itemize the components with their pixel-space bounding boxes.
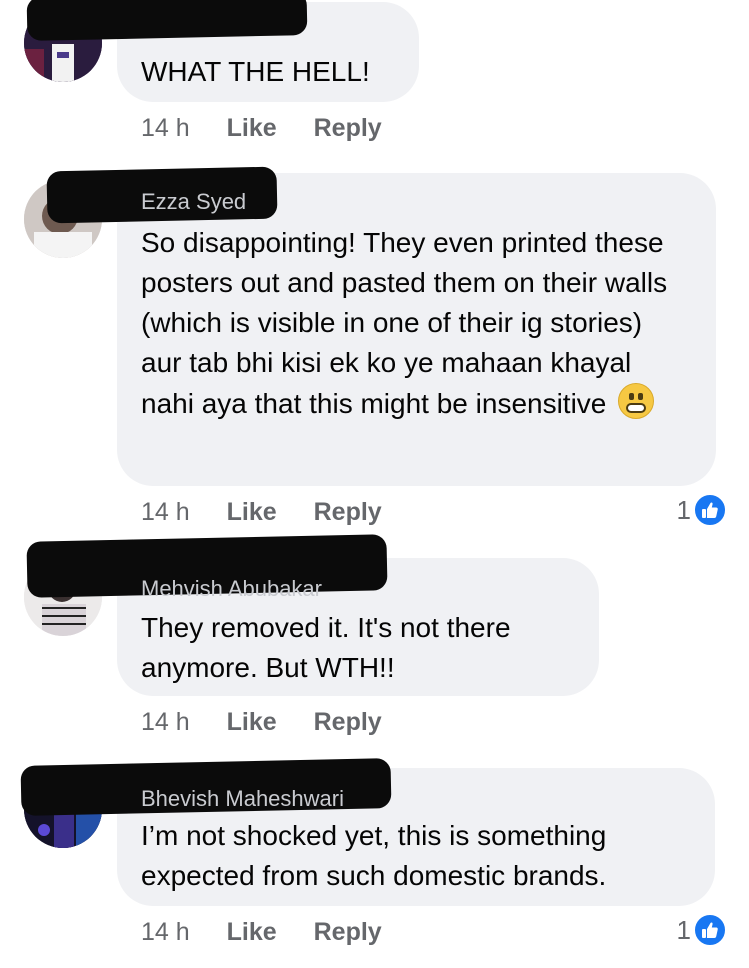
comment-bubble: Ezza Syed So disappointing! They even pr… [46,166,716,486]
redaction-mark [26,0,308,41]
reply-link[interactable]: Reply [314,918,382,946]
comment-time: 14 h [141,918,190,946]
comment-text: I’m not shocked yet, this is something e… [141,820,607,891]
reply-link[interactable]: Reply [314,708,382,736]
comment-bubble: WHAT THE HELL! [26,0,419,102]
comment-text: WHAT THE HELL! [141,56,370,87]
comment-text: So disappointing! They even printed thes… [141,223,686,424]
comment-bubble: Bhevish Maheshwari I’m not shocked yet, … [20,758,715,906]
grimacing-face-emoji-icon [618,383,655,419]
reply-link[interactable]: Reply [314,114,382,142]
comment-actions: 14 h Like Reply [141,498,382,527]
comment-time: 14 h [141,114,190,142]
comment-bubble: Mehvish Abubakar They removed it. It's n… [26,534,599,696]
reaction-summary[interactable]: 1 [677,493,727,527]
like-link[interactable]: Like [227,498,277,526]
comment-actions: 14 h Like Reply [141,114,382,143]
comment-actions: 14 h Like Reply [141,918,382,947]
like-link[interactable]: Like [227,708,277,736]
thumbs-up-icon [693,913,727,947]
comment-actions: 14 h Like Reply [141,708,382,737]
reaction-count: 1 [676,914,691,945]
reaction-summary[interactable]: 1 [677,913,727,947]
comment-time: 14 h [141,708,190,736]
comments-thread: WHAT THE HELL! 14 h Like Reply Ezza Syed… [0,0,749,968]
comment-author[interactable]: Ezza Syed [141,189,246,215]
comment-author[interactable]: Mehvish Abubakar [141,576,322,602]
comment-time: 14 h [141,498,190,526]
comment-author[interactable]: Bhevish Maheshwari [141,786,344,812]
reply-link[interactable]: Reply [314,498,382,526]
thumbs-up-icon [693,493,727,527]
like-link[interactable]: Like [227,114,277,142]
reaction-count: 1 [676,494,691,525]
comment-text-content: So disappointing! They even printed thes… [141,227,668,419]
like-link[interactable]: Like [227,918,277,946]
comment-text: They removed it. It's not there anymore.… [141,612,511,683]
